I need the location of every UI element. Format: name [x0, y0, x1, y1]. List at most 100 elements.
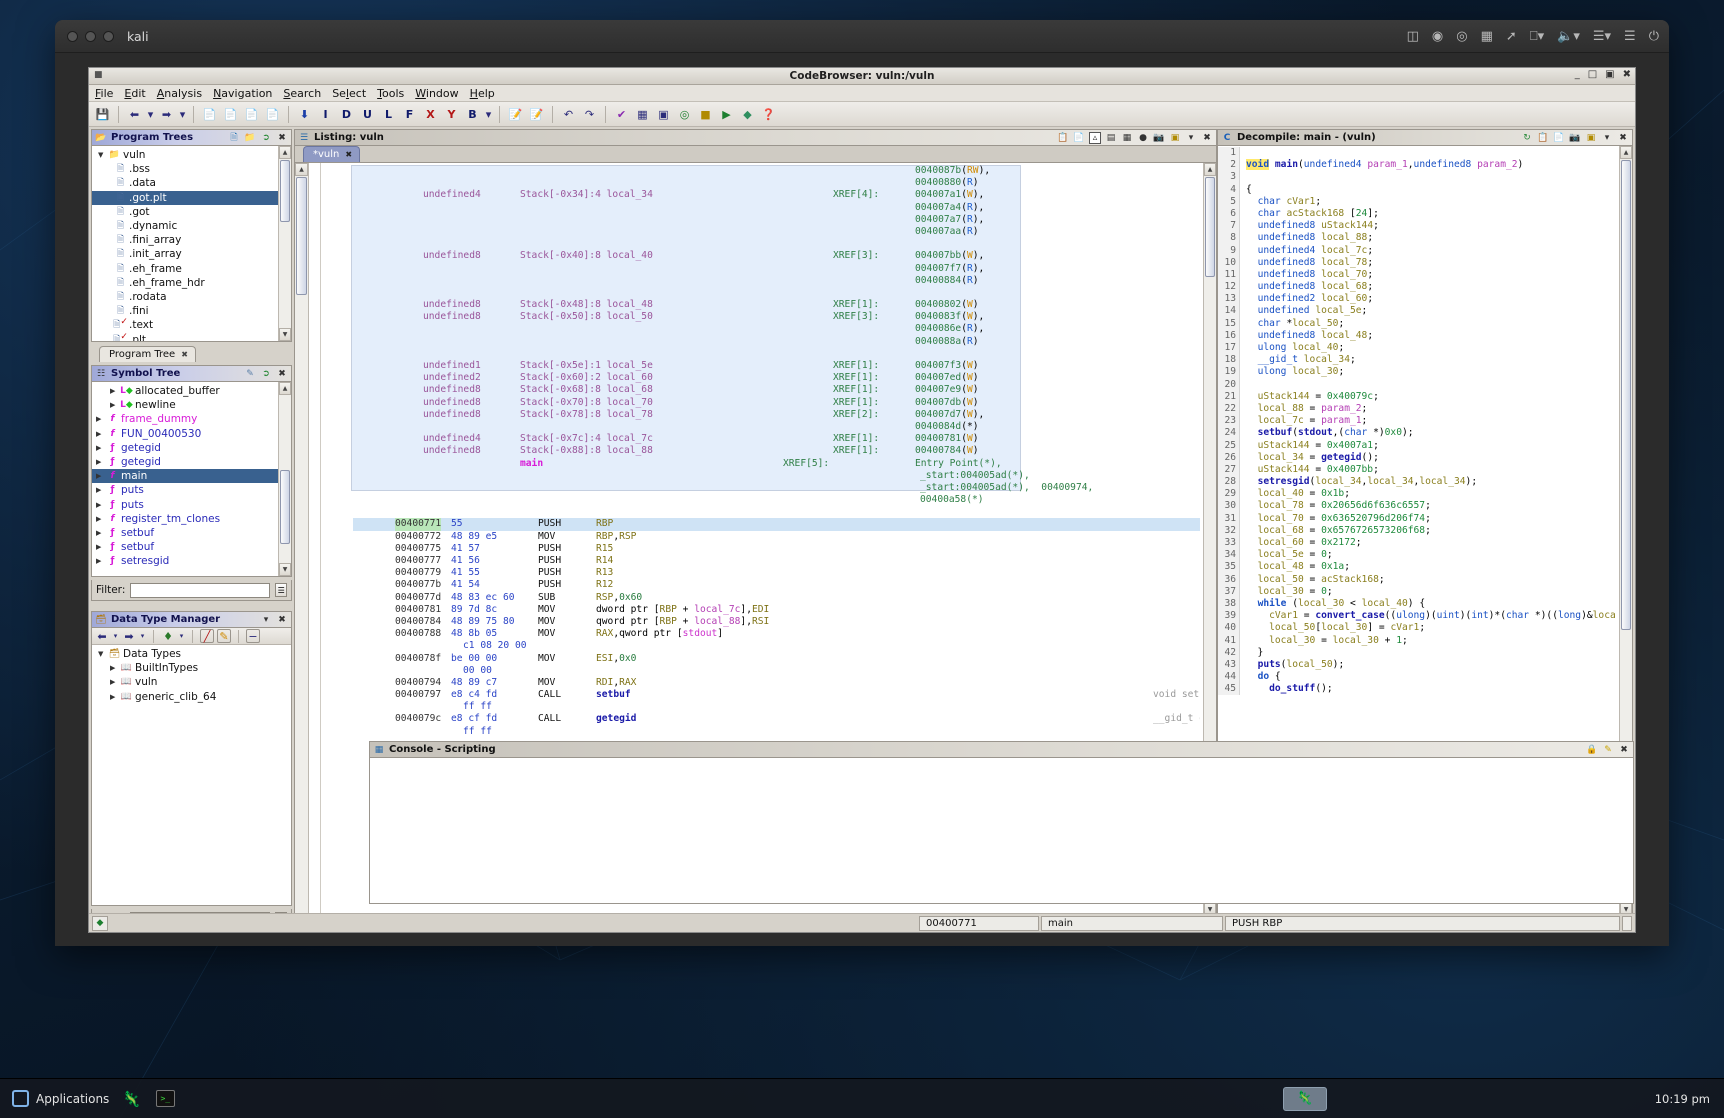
- decompile-line[interactable]: 38 while (local_30 < local_40) {: [1218, 598, 1616, 610]
- chevron-right-icon[interactable]: ▶: [96, 557, 106, 565]
- edit-icon[interactable]: ✎: [244, 368, 256, 380]
- marker-icon[interactable]: ●: [1137, 132, 1149, 144]
- decompile-line[interactable]: 1: [1218, 147, 1616, 159]
- scroll-up-arrow[interactable]: ▲: [279, 382, 291, 395]
- decompile-line[interactable]: 37 local_30 = 0;: [1218, 586, 1616, 598]
- menu-edit[interactable]: Edit: [124, 87, 145, 100]
- program-tree-item-fini_array[interactable]: 🗎.fini_array: [92, 233, 291, 247]
- decompile-line[interactable]: 32 local_68 = 0x6576726573206f68;: [1218, 525, 1616, 537]
- cursor-icon[interactable]: ➚: [1506, 29, 1517, 44]
- data-type-item-vuln[interactable]: ▶📖vuln: [92, 675, 291, 689]
- menu-search[interactable]: Search: [283, 87, 321, 100]
- close-icon[interactable]: ✖: [1201, 132, 1213, 144]
- snapshot-4-icon[interactable]: 📄: [263, 105, 282, 124]
- program-trees-body[interactable]: ▼📁vuln🗎.bss🗎.data🗎.got.plt🗎.got🗎.dynamic…: [92, 146, 291, 341]
- symbol-tree-item-setbuf[interactable]: ▶ƒsetbuf: [92, 540, 291, 554]
- run-icon[interactable]: ▶: [717, 105, 736, 124]
- bytes-dropdown-icon[interactable]: ▾: [484, 105, 493, 124]
- data-types-root[interactable]: ▼🗃Data Types: [92, 647, 291, 661]
- chevron-right-icon[interactable]: ▶: [110, 678, 120, 686]
- down-arrow-icon[interactable]: ⬇: [295, 105, 314, 124]
- multi-icon[interactable]: ▦: [1121, 132, 1133, 144]
- decompile-line[interactable]: 36 local_50 = acStack168;: [1218, 574, 1616, 586]
- ghidra-icon[interactable]: ◆: [92, 916, 108, 931]
- forward-dropdown-icon[interactable]: ▾: [139, 629, 146, 643]
- symbol-tree-item-setresgid[interactable]: ▶ƒsetresgid: [92, 554, 291, 568]
- decompile-line[interactable]: 45 do_stuff();: [1218, 683, 1616, 695]
- decompile-line[interactable]: 21 uStack144 = 0x40079c;: [1218, 391, 1616, 403]
- symbol-tree-item-setbuf[interactable]: ▶ƒsetbuf: [92, 526, 291, 540]
- data-type-manager-toolbar[interactable]: ⬅ ▾ ➡ ▾ ♦ ▾ ╱ ✎ −: [92, 628, 291, 645]
- filter-options-icon[interactable]: ☰: [275, 583, 287, 597]
- clear-x-icon[interactable]: X: [421, 105, 440, 124]
- scroll-up-arrow[interactable]: ▲: [1204, 163, 1216, 176]
- chevron-right-icon[interactable]: ▶: [96, 501, 106, 509]
- chevron-right-icon[interactable]: ▶: [96, 458, 106, 466]
- decompile-line[interactable]: 30 local_78 = 0x20656d6f636c6557;: [1218, 500, 1616, 512]
- program-tree-list[interactable]: ▼📁vuln🗎.bss🗎.data🗎.got.plt🗎.got🗎.dynamic…: [92, 146, 291, 341]
- chevron-down-icon[interactable]: ▼: [98, 650, 108, 658]
- back-dropdown-icon[interactable]: ▾: [146, 105, 155, 124]
- symbol-tree-item-puts[interactable]: ▶ƒputs: [92, 483, 291, 497]
- applications-button[interactable]: Applications: [12, 1090, 109, 1107]
- close-icon[interactable]: ✖: [276, 368, 288, 380]
- decompile-line[interactable]: 3: [1218, 171, 1616, 183]
- decompile-line[interactable]: 18 __gid_t local_34;: [1218, 354, 1616, 366]
- decompile-line[interactable]: 40 local_50[local_30] = cVar1;: [1218, 622, 1616, 634]
- forward-dropdown-icon[interactable]: ▾: [178, 105, 187, 124]
- chevron-right-icon[interactable]: ▶: [110, 387, 120, 395]
- help-icon[interactable]: ❓: [759, 105, 778, 124]
- forward-icon[interactable]: ➡: [157, 105, 176, 124]
- redo-icon[interactable]: ↷: [580, 105, 599, 124]
- decompile-line[interactable]: 25 uStack144 = 0x4007a1;: [1218, 440, 1616, 452]
- refresh-icon[interactable]: ↻: [1521, 132, 1533, 144]
- server-icon[interactable]: ◫: [1407, 29, 1419, 44]
- decompile-line[interactable]: 33 local_60 = 0x2172;: [1218, 537, 1616, 549]
- select-all-icon[interactable]: ▦: [633, 105, 652, 124]
- data-icon[interactable]: D: [337, 105, 356, 124]
- chevron-right-icon[interactable]: ▶: [110, 401, 120, 409]
- filter-clear-icon[interactable]: ✎: [217, 629, 231, 643]
- status-resize-grip[interactable]: [1622, 916, 1632, 931]
- data-types-list[interactable]: ▼🗃Data Types▶📖BuiltInTypes▶📖vuln▶📖generi…: [92, 645, 291, 706]
- program-tree-item-data[interactable]: 🗎.data: [92, 176, 291, 190]
- back-icon[interactable]: ⬅: [95, 629, 109, 643]
- decompile-line[interactable]: 4{: [1218, 184, 1616, 196]
- snapshot-1-icon[interactable]: 📄: [200, 105, 219, 124]
- decompile-line[interactable]: 14 undefined local_5e;: [1218, 305, 1616, 317]
- chevron-right-icon[interactable]: ▶: [96, 543, 106, 551]
- scroll-thumb[interactable]: [1621, 160, 1631, 630]
- copy-icon[interactable]: 📋: [1537, 132, 1549, 144]
- decompile-line[interactable]: 5 char cVar1;: [1218, 196, 1616, 208]
- symbol-tree-item-getegid[interactable]: ▶ƒgetegid: [92, 441, 291, 455]
- data-type-item-generic_clib_64[interactable]: ▶📖generic_clib_64: [92, 690, 291, 704]
- scroll-thumb[interactable]: [280, 470, 290, 544]
- camera-icon[interactable]: 📷: [1569, 132, 1581, 144]
- decompile-line[interactable]: 41 local_30 = local_30 + 1;: [1218, 635, 1616, 647]
- kali-dragon-icon[interactable]: 🦎: [119, 1087, 143, 1111]
- diff-next-icon[interactable]: 📝: [506, 105, 525, 124]
- snapshot-icon[interactable]: ▣: [1169, 132, 1181, 144]
- main-toolbar[interactable]: 💾 ⬅ ▾ ➡ ▾ 📄 📄 📄 📄 ⬇ I D U L F X Y B ▾ 📝 …: [89, 102, 1635, 127]
- circle-icon[interactable]: ◎: [1456, 29, 1467, 44]
- listing-left-scrollbar[interactable]: ▲ ▼: [295, 163, 309, 929]
- chevron-right-icon[interactable]: ▶: [110, 664, 120, 672]
- check-icon[interactable]: ✔: [612, 105, 631, 124]
- menu-analysis[interactable]: Analysis: [157, 87, 202, 100]
- decompile-line[interactable]: 11 undefined8 local_70;: [1218, 269, 1616, 281]
- decompile-line[interactable]: 44 do {: [1218, 671, 1616, 683]
- clear-y-icon[interactable]: Y: [442, 105, 461, 124]
- open-folder-icon[interactable]: 📁: [244, 132, 256, 144]
- export-icon[interactable]: 📄: [1553, 132, 1565, 144]
- program-tree-item-plt[interactable]: 🗎✓.plt: [92, 332, 291, 341]
- chevron-right-icon[interactable]: ▶: [96, 486, 106, 494]
- network-icon[interactable]: ☰▾: [1593, 29, 1611, 44]
- new-folder-icon[interactable]: 🗎: [228, 132, 240, 144]
- decompile-line[interactable]: 19 ulong local_30;: [1218, 366, 1616, 378]
- export-icon[interactable]: ➲: [260, 132, 272, 144]
- terminal-icon[interactable]: >_: [153, 1087, 177, 1111]
- program-tree-item-got[interactable]: 🗎.got: [92, 205, 291, 219]
- undefine-icon[interactable]: U: [358, 105, 377, 124]
- close-icon[interactable]: ✖: [276, 614, 288, 626]
- display-icon[interactable]: ⎕▾: [1530, 29, 1544, 44]
